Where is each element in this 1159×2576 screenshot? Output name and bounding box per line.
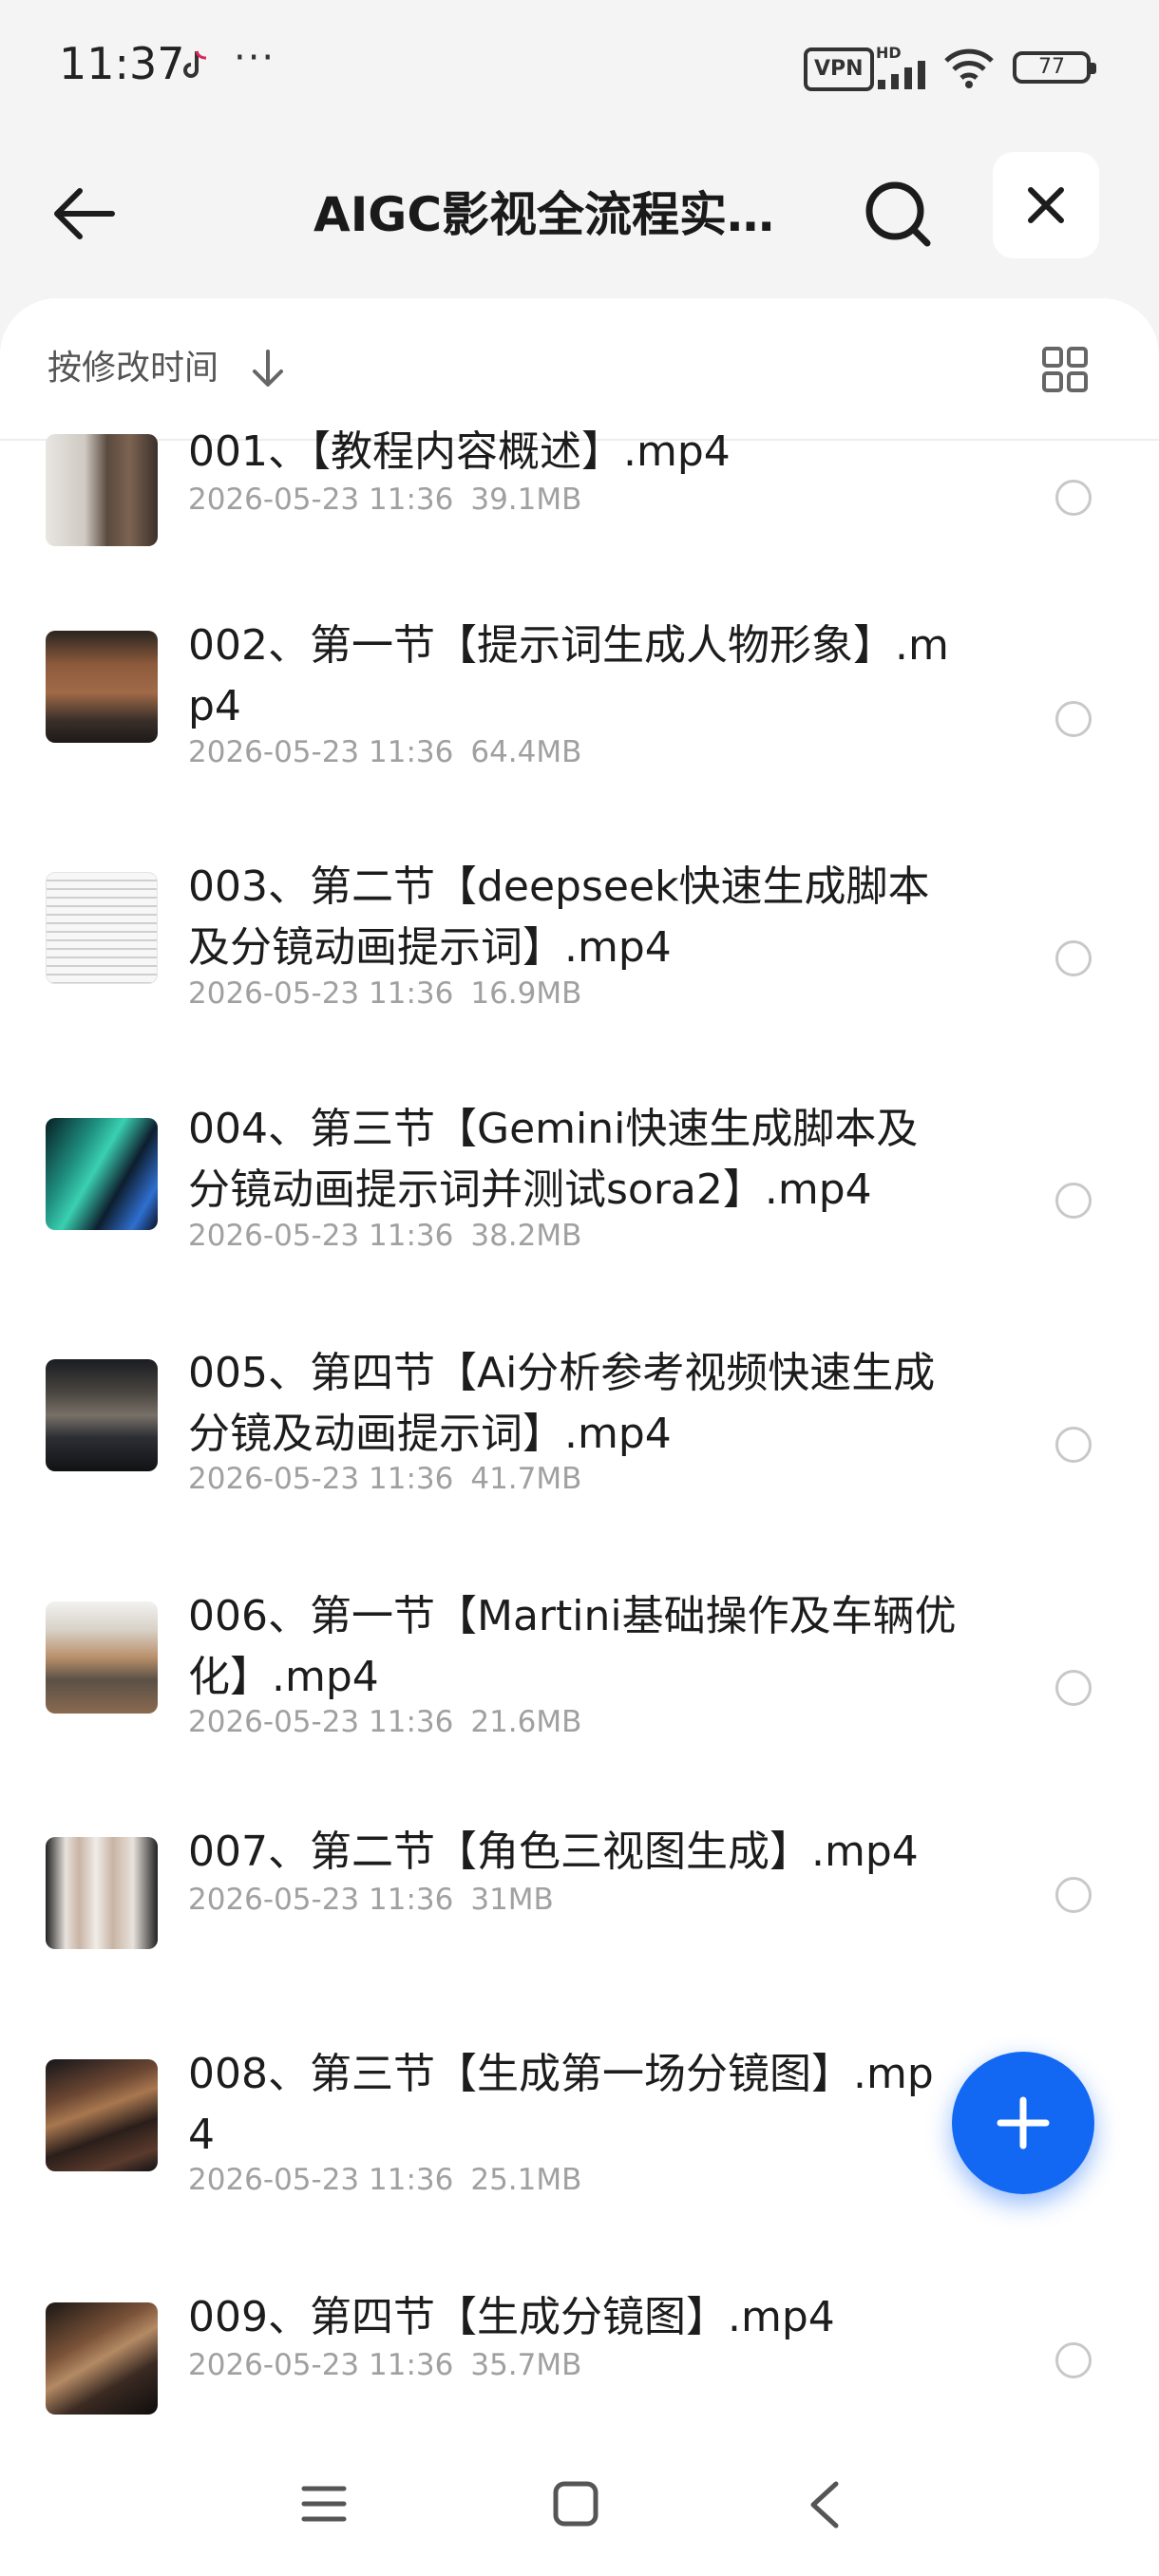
file-size: 41.7MB [470,1462,582,1496]
file-date: 2026-05-23 11:36 [188,1219,454,1253]
video-thumbnail [46,2059,158,2171]
file-date: 2026-05-23 11:36 [188,1883,454,1917]
file-row[interactable]: 003、第二节【deepseek快速生成脚本及分镜动画提示词】.mp4 2026… [0,862,1159,1011]
close-icon [1028,187,1064,223]
select-radio[interactable] [1055,940,1092,976]
video-thumbnail [46,872,158,984]
select-radio[interactable] [1055,2342,1092,2378]
video-thumbnail [46,1359,158,1471]
file-date: 2026-05-23 11:36 [188,2348,454,2382]
signal-icon [878,61,925,89]
file-name: 005、第四节【Ai分析参考视频快速生成分镜及动画提示词】.mp4 [188,1349,936,1458]
video-thumbnail [46,1601,158,1714]
close-button[interactable] [993,152,1099,258]
nav-back-icon[interactable] [806,2479,844,2530]
file-name: 008、第三节【生成第一场分镜图】.mp4 [188,2050,934,2159]
file-name: 009、第四节【生成分镜图】.mp4 [188,2293,835,2341]
file-name: 006、第一节【Martini基础操作及车辆优化】.mp4 [188,1592,957,1701]
video-thumbnail [46,2302,158,2415]
top-bar: AIGC影视全流程实… [0,133,1159,304]
file-date: 2026-05-23 11:36 [188,2163,454,2197]
file-name: 001、【教程内容概述】.mp4 [188,427,731,476]
file-date: 2026-05-23 11:36 [188,1462,454,1496]
file-meta: 2026-05-23 11:36 41.7MB [188,1462,581,1496]
file-name: 003、第二节【deepseek快速生成脚本及分镜动画提示词】.mp4 [188,862,930,972]
file-name: 004、第三节【Gemini快速生成脚本及分镜动画提示词并测试sora2】.mp… [188,1105,919,1214]
select-radio[interactable] [1055,1427,1092,1463]
file-meta: 2026-05-23 11:36 38.2MB [188,1219,581,1253]
back-arrow-icon[interactable] [46,176,122,252]
file-size: 35.7MB [470,2348,582,2382]
home-icon[interactable] [551,2479,600,2529]
status-bar: 11:37 ··· VPN HD 77 [0,0,1159,133]
select-radio[interactable] [1055,480,1092,516]
file-size: 21.6MB [470,1705,582,1739]
notification-more-icon: ··· [234,36,276,80]
select-radio[interactable] [1055,701,1092,737]
file-list-panel: 按修改时间 001、【教程内容概述】.mp4 2026-05-23 11:36 3… [0,298,1159,2576]
file-meta: 2026-05-23 11:36 39.1MB [188,483,581,517]
plus-icon [997,2096,1050,2150]
file-meta: 2026-05-23 11:36 64.4MB [188,735,581,769]
file-size: 25.1MB [470,2163,582,2197]
file-row[interactable]: 005、第四节【Ai分析参考视频快速生成分镜及动画提示词】.mp4 2026-0… [0,1349,1159,1496]
select-radio[interactable] [1055,1877,1092,1913]
add-button[interactable] [952,2052,1094,2194]
file-row[interactable]: 004、第三节【Gemini快速生成脚本及分镜动画提示词并测试sora2】.mp… [0,1105,1159,1253]
tiktok-icon [183,50,207,78]
video-thumbnail [46,631,158,743]
select-radio[interactable] [1055,1670,1092,1706]
wifi-icon [944,48,994,88]
system-nav-bar [0,2432,1159,2576]
file-row[interactable]: 009、第四节【生成分镜图】.mp4 2026-05-23 11:36 35.7M… [0,2293,1159,2416]
file-size: 38.2MB [470,1219,582,1253]
status-time: 11:37 [59,38,185,89]
file-size: 64.4MB [470,735,582,769]
file-row[interactable]: 006、第一节【Martini基础操作及车辆优化】.mp4 2026-05-23… [0,1592,1159,1739]
video-thumbnail [46,434,158,546]
file-meta: 2026-05-23 11:36 25.1MB [188,2163,581,2197]
sort-bar: 按修改时间 [0,298,1159,441]
file-meta: 2026-05-23 11:36 16.9MB [188,976,581,1011]
search-icon[interactable] [855,171,940,256]
file-size: 39.1MB [470,483,582,517]
page-title: AIGC影视全流程实… [314,187,775,242]
file-size: 16.9MB [470,976,582,1011]
file-meta: 2026-05-23 11:36 35.7MB [188,2348,581,2382]
file-name: 002、第一节【提示词生成人物形象】.mp4 [188,621,949,730]
battery-icon: 77 [1013,51,1096,84]
video-thumbnail [46,1118,158,1230]
sort-by-modified-time[interactable]: 按修改时间 [48,340,218,389]
file-size: 31MB [470,1883,554,1917]
vpn-icon: VPN [804,47,874,91]
sort-descending-icon[interactable] [249,348,287,391]
file-row[interactable]: 007、第二节【角色三视图生成】.mp4 2026-05-23 11:36 31M… [0,1828,1159,1951]
file-date: 2026-05-23 11:36 [188,735,454,769]
file-row[interactable]: 002、第一节【提示词生成人物形象】.mp4 2026-05-23 11:36 6… [0,621,1159,769]
recent-apps-icon[interactable] [300,2483,348,2525]
file-date: 2026-05-23 11:36 [188,976,454,1011]
file-meta: 2026-05-23 11:36 21.6MB [188,1705,581,1739]
grid-view-icon[interactable] [1041,346,1089,393]
hd-label: HD [876,44,902,62]
video-thumbnail [46,1837,158,1949]
file-meta: 2026-05-23 11:36 31MB [188,1883,554,1917]
file-row[interactable]: 001、【教程内容概述】.mp4 2026-05-23 11:36 39.1MB [0,427,1159,555]
file-date: 2026-05-23 11:36 [188,1705,454,1739]
select-radio[interactable] [1055,1183,1092,1219]
file-date: 2026-05-23 11:36 [188,483,454,517]
file-name: 007、第二节【角色三视图生成】.mp4 [188,1828,919,1876]
